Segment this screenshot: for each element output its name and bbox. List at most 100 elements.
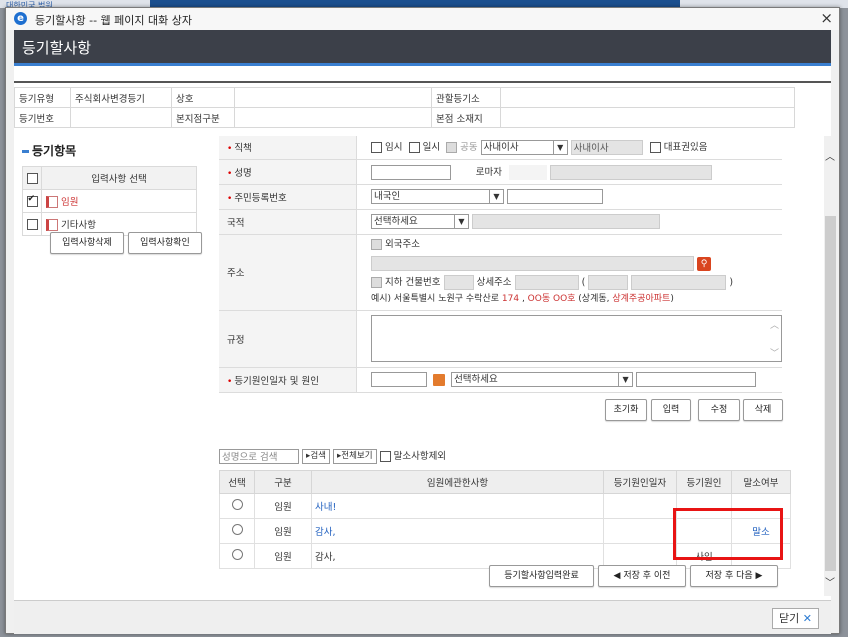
dialog-footer: 닫기 ✕ bbox=[14, 600, 831, 634]
row-radio[interactable] bbox=[231, 524, 243, 535]
window-title: 등기할사항 -- 웹 페이지 대화 상자 bbox=[35, 14, 192, 27]
info-value bbox=[234, 87, 432, 108]
scroll-down-icon[interactable]: ﹀ bbox=[825, 574, 835, 589]
save-next-button[interactable]: 저장 후 다음 ▶ bbox=[690, 565, 778, 587]
nationality-select[interactable]: 선택하세요 ▼ bbox=[371, 214, 469, 229]
item-select-table: 입력사항 선택 임원 기타사항 bbox=[22, 166, 197, 236]
foreign-address-checkbox[interactable] bbox=[371, 239, 382, 250]
joint-checkbox[interactable] bbox=[446, 142, 458, 154]
edit-button[interactable]: 수정 bbox=[698, 399, 740, 421]
info-label: 본점 소재지 bbox=[431, 107, 501, 128]
column-header: 선택 bbox=[219, 470, 255, 494]
info-label: 관할등기소 bbox=[431, 87, 501, 108]
highlight-box bbox=[673, 508, 783, 560]
position-label: • 직책 bbox=[219, 136, 357, 160]
column-header: 임원에관한사항 bbox=[311, 470, 604, 494]
info-value bbox=[70, 107, 172, 128]
column-header: 말소여부 bbox=[731, 470, 791, 494]
delete-button[interactable]: 삭제 bbox=[743, 399, 783, 421]
info-value bbox=[500, 87, 795, 108]
row-radio[interactable] bbox=[231, 549, 243, 560]
roman-input bbox=[550, 164, 713, 180]
reset-button[interactable]: 초기화 bbox=[605, 399, 647, 421]
scroll-up-icon[interactable]: ︿ bbox=[825, 148, 835, 163]
confirm-input-button[interactable]: 입력사항확인 bbox=[128, 232, 202, 254]
officer-form: •직책 임시 일시 공동 사내이사▼ 사내이사 대표권있음 •성명 로마자 bbox=[219, 136, 782, 393]
close-icon: ✕ bbox=[802, 612, 812, 625]
exclude-cancelled-checkbox[interactable] bbox=[379, 451, 391, 462]
close-icon[interactable]: × bbox=[820, 9, 833, 27]
search-button[interactable]: ▸검색 bbox=[302, 449, 330, 464]
detail-address-input bbox=[514, 275, 579, 290]
input-button[interactable]: 입력 bbox=[651, 399, 691, 421]
name-input[interactable] bbox=[371, 164, 451, 180]
rule-label: 규정 bbox=[219, 310, 357, 368]
info-value bbox=[234, 107, 432, 128]
ie-icon: e bbox=[14, 12, 27, 25]
scroll-thumb[interactable] bbox=[825, 216, 836, 571]
calendar-icon[interactable] bbox=[433, 373, 446, 386]
nationality-type-select[interactable]: 내국인 ▼ bbox=[371, 189, 504, 204]
delete-input-button[interactable]: 입력사항삭제 bbox=[50, 232, 124, 254]
cause-date-input[interactable] bbox=[371, 372, 427, 387]
info-label: 상호 bbox=[171, 87, 235, 108]
cause-select[interactable]: 선택하세요 ▼ bbox=[451, 372, 634, 387]
title-bar: e 등기할사항 -- 웹 페이지 대화 상자 × bbox=[6, 8, 839, 30]
building-no-input bbox=[443, 275, 474, 290]
info-value bbox=[500, 107, 795, 128]
section-bar-icon bbox=[22, 150, 29, 153]
chevron-down-icon: ▼ bbox=[454, 215, 468, 228]
underground-checkbox[interactable] bbox=[371, 277, 382, 288]
daily-checkbox[interactable] bbox=[408, 142, 420, 154]
rrn-input[interactable] bbox=[507, 189, 604, 204]
search-bar: 성명으로 검색 ▸검색 ▸전체보기 말소사항제외 bbox=[219, 448, 446, 464]
next-icon: ▶ bbox=[755, 571, 763, 581]
info-label: 본지점구분 bbox=[171, 107, 235, 128]
info-value: 주식회사변경등기 bbox=[70, 87, 172, 108]
name-label: • 성명 bbox=[219, 159, 357, 185]
chevron-down-icon: ▼ bbox=[552, 141, 567, 155]
complete-input-button[interactable]: 등기할사항입력완료 bbox=[489, 565, 594, 587]
header-accent bbox=[14, 63, 831, 66]
rep-checkbox[interactable] bbox=[649, 142, 661, 154]
roman-label: 로마자 bbox=[475, 166, 503, 178]
page-title: 등기할사항 bbox=[22, 39, 92, 57]
temp-checkbox[interactable] bbox=[371, 142, 382, 154]
dialog-content: 등기할사항 등기유형 주식회사변경등기 상호 관할등기소 등기번호 본지점구분 … bbox=[14, 30, 837, 634]
item-checkbox-etc[interactable] bbox=[26, 218, 38, 230]
info-table: 등기유형 주식회사변경등기 상호 관할등기소 등기번호 본지점구분 본점 소재지 bbox=[14, 87, 795, 128]
address-input bbox=[371, 256, 694, 271]
page-header: 등기할사항 bbox=[14, 30, 831, 63]
select-all-checkbox[interactable] bbox=[26, 172, 38, 184]
document-icon bbox=[46, 196, 58, 209]
info-label: 등기번호 bbox=[14, 107, 71, 128]
dialog-window: e 등기할사항 -- 웹 페이지 대화 상자 × 등기할사항 등기유형 주식회사… bbox=[5, 7, 840, 634]
view-all-button[interactable]: ▸전체보기 bbox=[332, 449, 377, 464]
nationality-input bbox=[472, 214, 661, 229]
nationality-label: 국적 bbox=[219, 209, 357, 235]
cause-label: • 등기원인일자 및 원인 bbox=[219, 367, 357, 393]
search-icon[interactable]: ⚲ bbox=[697, 256, 712, 271]
extra-address-input2 bbox=[631, 275, 727, 290]
table-header: 입력사항 선택 bbox=[41, 166, 197, 190]
prev-icon: ◀ bbox=[613, 571, 621, 581]
cause-input[interactable] bbox=[636, 372, 757, 387]
position-display: 사내이사 bbox=[570, 140, 643, 156]
position-select[interactable]: 사내이사 ▼ bbox=[480, 140, 568, 156]
column-header: 구분 bbox=[254, 470, 312, 494]
chevron-down-icon: ▼ bbox=[489, 190, 503, 203]
save-prev-button[interactable]: ◀ 저장 후 이전 bbox=[598, 565, 686, 587]
list-item[interactable]: 임원 bbox=[41, 189, 197, 213]
scrollbar[interactable]: ︿ ﹀ bbox=[824, 136, 837, 596]
row-radio[interactable] bbox=[231, 499, 243, 510]
rule-textarea[interactable]: ︿ ﹀ bbox=[371, 315, 782, 362]
address-label: 주소 bbox=[219, 234, 357, 311]
close-button[interactable]: 닫기 ✕ bbox=[772, 608, 819, 629]
document-icon bbox=[46, 219, 58, 232]
column-header: 등기원인일자 bbox=[603, 470, 677, 494]
extra-address-input1 bbox=[588, 275, 629, 290]
item-checkbox-officer[interactable] bbox=[26, 194, 38, 207]
column-header: 등기원인 bbox=[676, 470, 732, 494]
chevron-down-icon: ▼ bbox=[618, 373, 632, 386]
name-search-input[interactable]: 성명으로 검색 bbox=[219, 449, 299, 464]
